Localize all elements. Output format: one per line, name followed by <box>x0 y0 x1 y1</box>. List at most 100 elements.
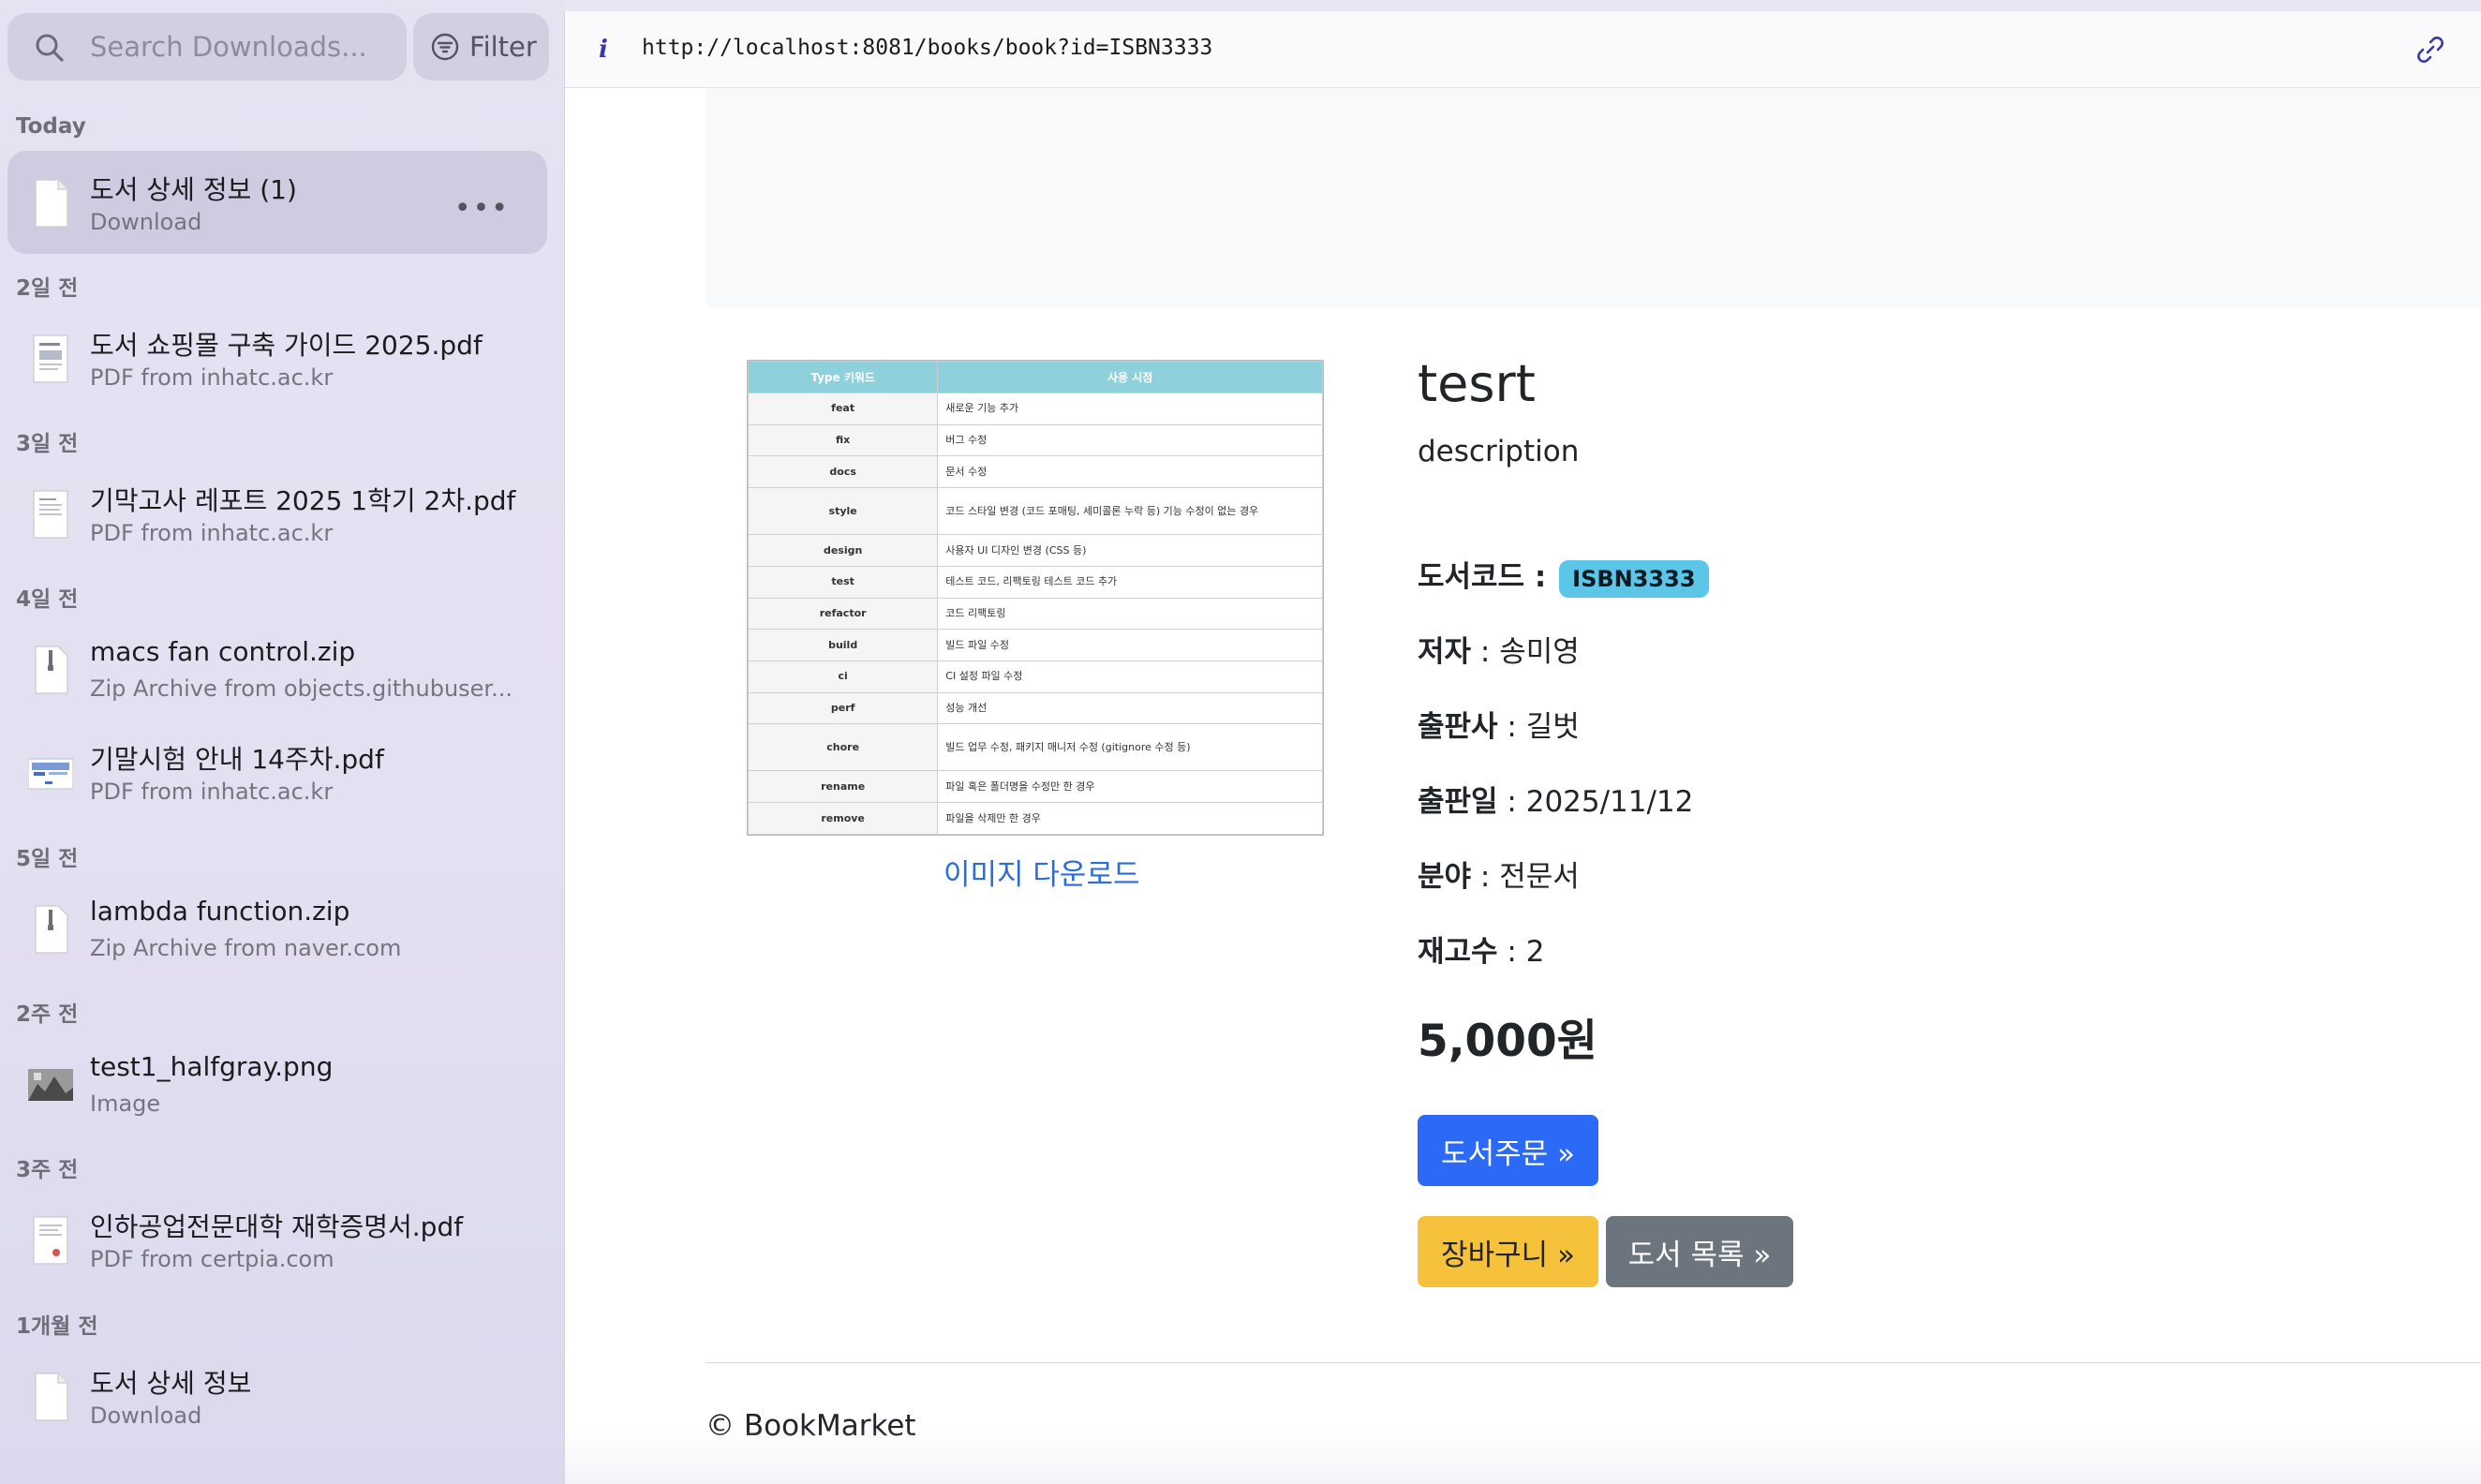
cart-button[interactable]: 장바구니 » <box>1418 1216 1598 1287</box>
release-date-label: 출판일 <box>1418 785 1498 819</box>
image-cell: 테스트 코드, 리팩토링 테스트 코드 추가 <box>937 565 1323 599</box>
image-cell: perf <box>747 691 939 725</box>
zip-icon <box>35 905 68 954</box>
download-item[interactable]: 도서 상세 정보 (1) Download ••• <box>7 151 547 254</box>
document-icon <box>35 1373 68 1421</box>
browser-panel: i http://localhost:8081/books/book?id=IS… <box>564 11 2481 1484</box>
author-label: 저자 <box>1418 635 1472 669</box>
category-label: 분야 <box>1418 860 1472 894</box>
download-title: 도서 상세 정보 (1) <box>90 174 297 205</box>
image-cell: rename <box>747 770 939 804</box>
image-cell: build <box>747 629 939 662</box>
book-list-button[interactable]: 도서 목록 » <box>1606 1216 1793 1287</box>
download-item[interactable]: 기막고사 레포트 2025 1학기 2차.pdf PDF from inhatc… <box>7 462 547 565</box>
url-text[interactable]: http://localhost:8081/books/book?id=ISBN… <box>642 36 1212 60</box>
zip-icon <box>35 646 68 694</box>
download-title: lambda function.zip <box>90 896 350 927</box>
image-cell: chore <box>747 723 939 772</box>
download-item[interactable]: 도서 쇼핑몰 구축 가이드 2025.pdf PDF from inhatc.a… <box>7 306 547 409</box>
author-value: : 송미영 <box>1471 635 1580 669</box>
book-price: 5,000원 <box>1418 1016 1597 1067</box>
book-code-badge: ISBN3333 <box>1559 559 1709 598</box>
search-input[interactable] <box>90 26 390 67</box>
image-cell: 사용자 UI 디자인 변경 (CSS 등) <box>937 534 1323 567</box>
section-label-today: Today <box>16 114 86 139</box>
section-label-5-days: 5일 전 <box>16 847 79 871</box>
image-cell: 파일 혹은 폴더명을 수정만 한 경우 <box>937 770 1323 804</box>
pdf-thumbnail <box>33 1216 68 1265</box>
more-options-icon[interactable]: ••• <box>454 192 510 225</box>
filter-label: Filter <box>469 31 537 63</box>
stock-row: 재고수 : 2 <box>1418 928 1544 970</box>
search-icon <box>36 34 64 62</box>
download-title: test1_halfgray.png <box>90 1051 334 1082</box>
download-title: 도서 상세 정보 <box>90 1368 252 1399</box>
image-cell: feat <box>747 393 939 425</box>
book-description: description <box>1418 435 1580 468</box>
section-label-4-days: 4일 전 <box>16 587 79 612</box>
pdf-thumbnail <box>33 490 68 539</box>
category-row: 분야 : 전문서 <box>1418 853 1580 895</box>
image-cell: 새로운 기능 추가 <box>937 393 1323 425</box>
image-cell: style <box>747 487 939 536</box>
publisher-row: 출판사 : 길벗 <box>1418 703 1580 745</box>
image-cell: fix <box>747 423 939 457</box>
image-download-link[interactable]: 이미지 다운로드 <box>943 851 1140 893</box>
image-header: Type 키워드 <box>747 361 939 393</box>
image-cell: remove <box>747 802 939 835</box>
book-title: tesrt <box>1418 354 1536 413</box>
publisher-label: 출판사 <box>1418 710 1498 744</box>
info-icon[interactable]: i <box>599 36 608 64</box>
download-subtitle: PDF from inhatc.ac.kr <box>90 779 334 805</box>
download-subtitle: Download <box>90 1402 202 1429</box>
download-item[interactable]: 기말시험 안내 14주차.pdf PDF from inhatc.ac.kr <box>7 720 547 824</box>
footer-divider <box>706 1362 2481 1363</box>
download-subtitle: Zip Archive from objects.githubuser... <box>90 675 513 702</box>
release-date-value: : 2025/11/12 <box>1497 785 1694 819</box>
download-title: 도서 쇼핑몰 구축 가이드 2025.pdf <box>90 330 483 361</box>
link-icon[interactable] <box>2414 34 2446 66</box>
image-cell: design <box>747 534 939 567</box>
download-title: 기막고사 레포트 2025 1학기 2차.pdf <box>90 485 516 516</box>
image-cell: ci <box>747 660 939 693</box>
pdf-thumbnail <box>28 758 73 790</box>
section-label-2-days: 2일 전 <box>16 276 79 301</box>
stock-value: : 2 <box>1497 935 1545 969</box>
image-cell: CI 설정 파일 수정 <box>937 660 1323 693</box>
book-code-label: 도서코드 : <box>1418 560 1547 594</box>
author-row: 저자 : 송미영 <box>1418 628 1580 670</box>
image-thumbnail <box>28 1069 73 1101</box>
download-item[interactable]: test1_halfgray.png Image <box>7 1032 547 1135</box>
download-title: macs fan control.zip <box>90 636 356 667</box>
section-label-1-month: 1개월 전 <box>16 1314 98 1339</box>
section-label-3-days: 3일 전 <box>16 432 79 456</box>
download-item[interactable]: 도서 상세 정보 Download <box>7 1344 547 1447</box>
section-label-2-weeks: 2주 전 <box>16 1002 79 1027</box>
download-subtitle: Download <box>90 209 202 235</box>
image-cell: 파일을 삭제만 한 경우 <box>937 802 1323 835</box>
bottom-fade <box>565 1428 2481 1484</box>
download-title: 기말시험 안내 14주차.pdf <box>90 744 384 775</box>
download-subtitle: PDF from certpia.com <box>90 1246 334 1272</box>
search-box[interactable] <box>7 13 407 81</box>
category-value: : 전문서 <box>1471 860 1580 894</box>
download-item[interactable]: lambda function.zip Zip Archive from nav… <box>7 877 547 980</box>
url-bar[interactable]: i http://localhost:8081/books/book?id=IS… <box>565 11 2481 88</box>
image-cell: 빌드 업무 수정, 패키지 매니저 수정 (gitignore 수정 등) <box>937 723 1323 772</box>
section-label-3-weeks: 3주 전 <box>16 1158 79 1182</box>
publisher-value: : 길벗 <box>1497 710 1580 744</box>
image-content-table: Type 키워드 사용 시점 feat 새로운 기능 추가 fix 버그 수정 do… <box>747 361 1323 835</box>
pdf-thumbnail <box>33 334 68 383</box>
filter-icon <box>431 33 459 61</box>
image-cell: docs <box>747 455 939 489</box>
download-item[interactable]: 인하공업전문대학 재학증명서.pdf PDF from certpia.com <box>7 1188 547 1291</box>
image-cell: 버그 수정 <box>937 423 1323 457</box>
image-cell: 성능 개선 <box>937 691 1323 725</box>
image-cell: 코드 스타일 변경 (코드 포매팅, 세미콜론 누락 등) 기능 수정이 없는 … <box>937 487 1323 536</box>
filter-button[interactable]: Filter <box>413 13 549 81</box>
download-subtitle: PDF from inhatc.ac.kr <box>90 520 334 546</box>
image-cell: 코드 리팩토링 <box>937 597 1323 631</box>
order-button[interactable]: 도서주문 » <box>1418 1115 1598 1186</box>
page-header-banner <box>706 88 2481 307</box>
download-item[interactable]: macs fan control.zip Zip Archive from ob… <box>7 617 547 720</box>
